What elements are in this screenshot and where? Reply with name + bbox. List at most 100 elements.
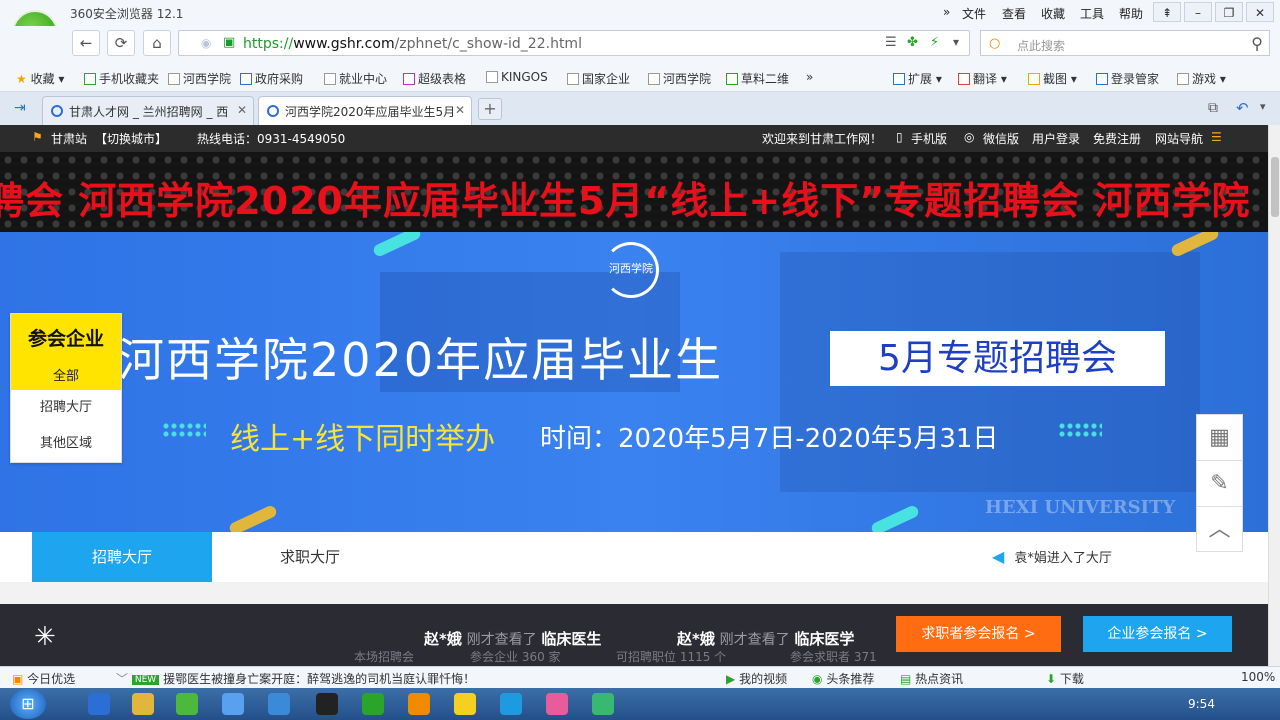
downloads-link[interactable]: ⬇ 下载 (1046, 670, 1084, 687)
register-link[interactable]: 免费注册 (1093, 130, 1141, 147)
app-icon[interactable] (268, 693, 290, 715)
company-register-button[interactable]: 企业参会报名 > (1083, 616, 1232, 652)
close-button[interactable]: ✕ (1246, 2, 1274, 22)
search-input[interactable]: 点此搜索 (1017, 37, 1065, 54)
banner-title: 河西学院2020年应届毕业生 (118, 333, 724, 387)
menu-icon[interactable]: ☰ (1211, 130, 1222, 144)
app-icon[interactable] (408, 693, 430, 715)
tab-job-hall[interactable]: 求职大厅 (280, 532, 340, 582)
login-manager-button[interactable]: 登录管家 (1096, 70, 1159, 87)
bookmark-favorites[interactable]: ★ 收藏 ▾ (16, 70, 64, 87)
qrcode-icon (726, 73, 738, 85)
bookmark-qrcode[interactable]: 草料二维 (726, 70, 789, 87)
page-scrollbar[interactable] (1268, 125, 1280, 666)
tab-hexi-job-fair[interactable]: 河西学院2020年应届毕业生5月 ✕ (258, 96, 472, 125)
bookmark-super-table[interactable]: 超级表格 (403, 70, 466, 87)
address-dropdown-icon[interactable]: ▾ (953, 35, 959, 49)
today-picks[interactable]: ▣ 今日优选 (12, 670, 75, 687)
bookmarks-more-icon[interactable]: » (806, 70, 813, 84)
url-text[interactable]: https://www.gshr.com/zphnet/c_show-id_22… (243, 36, 582, 52)
menu-view[interactable]: 查看 (1002, 5, 1026, 22)
tab-gshr[interactable]: 甘肃人才网 _ 兰州招聘网 _ 西 ✕ (42, 96, 254, 125)
translate-button[interactable]: 翻译 ▾ (958, 70, 1007, 87)
back-button[interactable]: ← (72, 30, 100, 56)
tab-menu-icon[interactable]: ▾ (1260, 100, 1266, 113)
bookmark-procurement[interactable]: 政府采购 (240, 70, 303, 87)
search-box[interactable]: ○ 点此搜索 ⚲ (980, 30, 1270, 56)
menu-help[interactable]: 帮助 (1119, 5, 1143, 22)
app-icon[interactable] (546, 693, 568, 715)
companies-all-link[interactable]: 全部 (11, 351, 121, 384)
navigation-bar: ← ⟳ ⌂ ◉ ▣ https://www.gshr.com/zphnet/c_… (0, 26, 1280, 62)
hall-tabs: 招聘大厅 求职大厅 ◀ 袁*娟进入了大厅 (0, 532, 1268, 582)
search-icon[interactable]: ⚲ (1251, 34, 1263, 53)
menu-chevron-icon[interactable]: » (943, 5, 950, 19)
tab-strip: ⇥ 甘肃人才网 _ 兰州招聘网 _ 西 ✕ 河西学院2020年应届毕业生5月 ✕… (0, 92, 1280, 125)
loading-icon (51, 105, 63, 117)
wechat-icon[interactable] (362, 693, 384, 715)
wechat-link[interactable]: 微信版 (983, 130, 1019, 147)
close-tab-icon[interactable]: ✕ (237, 103, 247, 117)
banner-subtitle: 线上+线下同时举办 (230, 422, 496, 457)
news-ticker[interactable]: ﹀ NEW 援鄂医生被撞身亡案开庭：醉驾逃逸的司机当庭认罪忏悔！ (116, 670, 475, 687)
decor-dots (162, 422, 206, 438)
bookmark-hexi-1[interactable]: 河西学院 (168, 70, 231, 87)
bookmark-national-enterprise[interactable]: 国家企业 (567, 70, 630, 87)
app-icon[interactable] (592, 693, 614, 715)
headline-link[interactable]: ◉ 头条推荐 (812, 670, 874, 687)
app-icon[interactable] (222, 693, 244, 715)
refresh-button[interactable]: ⟳ (107, 30, 135, 56)
address-bar[interactable]: ◉ ▣ https://www.gshr.com/zphnet/c_show-i… (178, 30, 970, 56)
edit-icon[interactable]: ✎ (1197, 461, 1242, 507)
new-tab-button[interactable]: + (478, 98, 502, 120)
switch-city-link[interactable]: 【切换城市】 (95, 130, 167, 147)
menu-favorites[interactable]: 收藏 (1041, 5, 1065, 22)
start-button[interactable]: ⊞ (10, 689, 46, 719)
recruit-hall-link[interactable]: 招聘大厅 (11, 390, 121, 426)
undo-close-icon[interactable]: ↶ (1236, 99, 1249, 117)
bookmark-employment[interactable]: 就业中心 (324, 70, 387, 87)
daily-icon: ▣ (12, 672, 24, 686)
qq-icon[interactable] (316, 693, 338, 715)
reader-mode-icon[interactable]: ☰ (885, 35, 897, 50)
360-browser-icon[interactable] (176, 693, 198, 715)
scroll-thumb[interactable] (1271, 157, 1279, 217)
sidebar-toggle-icon[interactable]: ⇥ (14, 100, 26, 116)
compat-mode-icon[interactable]: ✤ (907, 35, 918, 50)
mobile-link[interactable]: 手机版 (911, 130, 947, 147)
tab-list-icon[interactable]: ⧉ (1208, 100, 1218, 116)
my-videos-link[interactable]: ▶ 我的视频 (726, 670, 787, 687)
stat-fair: 本场招聘会 (354, 650, 415, 664)
login-link[interactable]: 用户登录 (1032, 130, 1080, 147)
restore-button[interactable]: ❐ (1215, 2, 1243, 22)
app-icon[interactable] (454, 693, 476, 715)
hotline-text: 热线电话：0931-4549050 (197, 132, 346, 146)
games-button[interactable]: 游戏 ▾ (1177, 70, 1226, 87)
extensions-button[interactable]: 扩展 ▾ (893, 70, 942, 87)
app-icon[interactable] (500, 693, 522, 715)
screenshot-button[interactable]: 截图 ▾ (1028, 70, 1077, 87)
close-tab-icon[interactable]: ✕ (455, 103, 465, 117)
menu-tools[interactable]: 工具 (1080, 5, 1104, 22)
menu-file[interactable]: 文件 (962, 5, 986, 22)
bookmark-mobile[interactable]: 手机收藏夹 (84, 70, 159, 87)
seeker-register-button[interactable]: 求职者参会报名 > (896, 616, 1061, 652)
minimize-button[interactable]: – (1184, 2, 1212, 22)
ie-icon[interactable] (88, 693, 110, 715)
home-button[interactable]: ⌂ (143, 30, 171, 56)
bookmark-kingosoft[interactable]: KINGOS (486, 70, 548, 84)
taskbar-clock[interactable]: 9:54 (1188, 697, 1215, 711)
qrcode-icon[interactable]: ▦ (1197, 415, 1242, 461)
folder-icon[interactable] (132, 693, 154, 715)
back-to-top-icon[interactable]: ︿ (1197, 507, 1242, 553)
zoom-level[interactable]: 100% (1241, 670, 1275, 684)
search-engine-icon[interactable]: ○ (989, 36, 1000, 51)
bookmark-hexi-2[interactable]: 河西学院 (648, 70, 711, 87)
site-info-icon[interactable]: ◉ (201, 36, 211, 50)
speed-mode-icon[interactable]: ⚡ (930, 35, 939, 50)
hot-news-link[interactable]: ▤ 热点资讯 (900, 670, 963, 687)
tab-recruit-hall[interactable]: 招聘大厅 (32, 532, 212, 582)
pin-icon[interactable]: ⇞ (1153, 2, 1181, 22)
other-area-link[interactable]: 其他区域 (11, 426, 121, 462)
site-nav-link[interactable]: 网站导航 (1155, 130, 1203, 147)
